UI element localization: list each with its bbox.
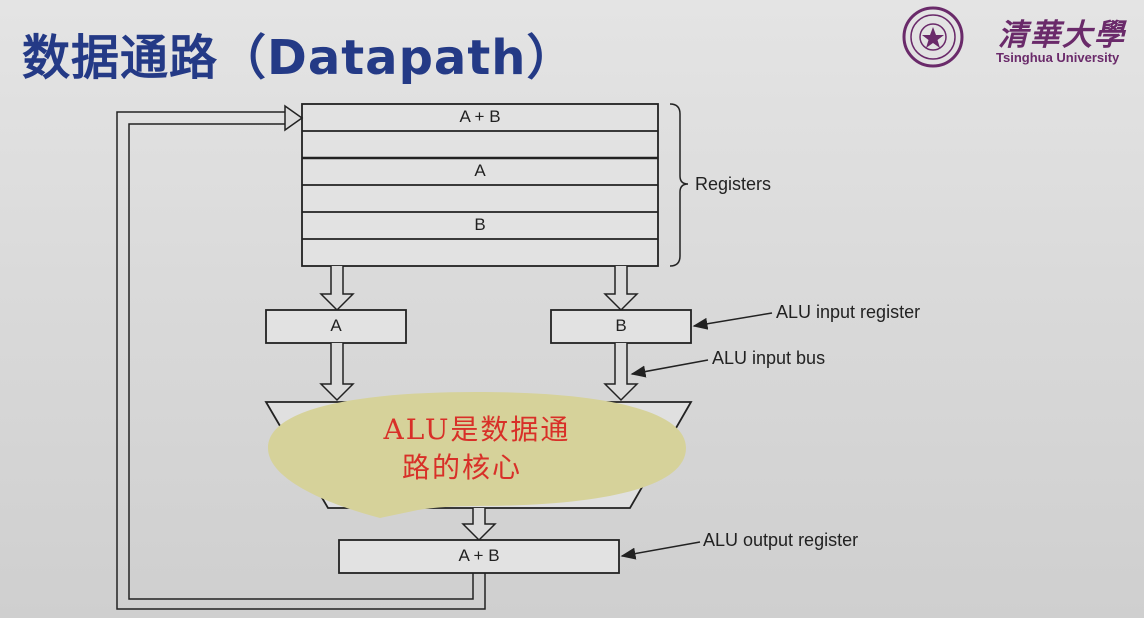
alu-to-output-arrow xyxy=(461,508,497,542)
output-register-leader xyxy=(620,541,701,560)
input-bus-arrow-right xyxy=(603,343,639,402)
alu-output-register-label: ALU output register xyxy=(703,530,859,550)
register-row-5-label: B xyxy=(474,215,486,234)
register-file xyxy=(301,103,659,267)
register-to-input-arrow-right xyxy=(603,266,639,312)
input-bus-leader xyxy=(630,359,709,378)
registers-label: Registers xyxy=(695,174,772,194)
datapath-diagram xyxy=(116,103,773,610)
alu-input-b-label: B xyxy=(615,316,627,335)
register-row-1-label: A + B xyxy=(459,107,501,126)
register-to-input-arrow-left xyxy=(319,266,355,312)
callout-text-line-1: ALU是数据通 xyxy=(383,413,571,446)
input-bus-arrow-left xyxy=(319,343,355,402)
input-register-leader xyxy=(692,312,773,330)
alu-input-register-label: ALU input register xyxy=(776,302,921,322)
alu-input-a-label: A xyxy=(330,316,342,335)
alu-input-bus-label: ALU input bus xyxy=(712,348,826,368)
alu-output-label: A + B xyxy=(458,546,500,565)
callout-text-line-2: 路的核心 xyxy=(401,451,522,484)
register-row-3-label: A xyxy=(474,161,486,180)
registers-bracket xyxy=(669,103,689,267)
